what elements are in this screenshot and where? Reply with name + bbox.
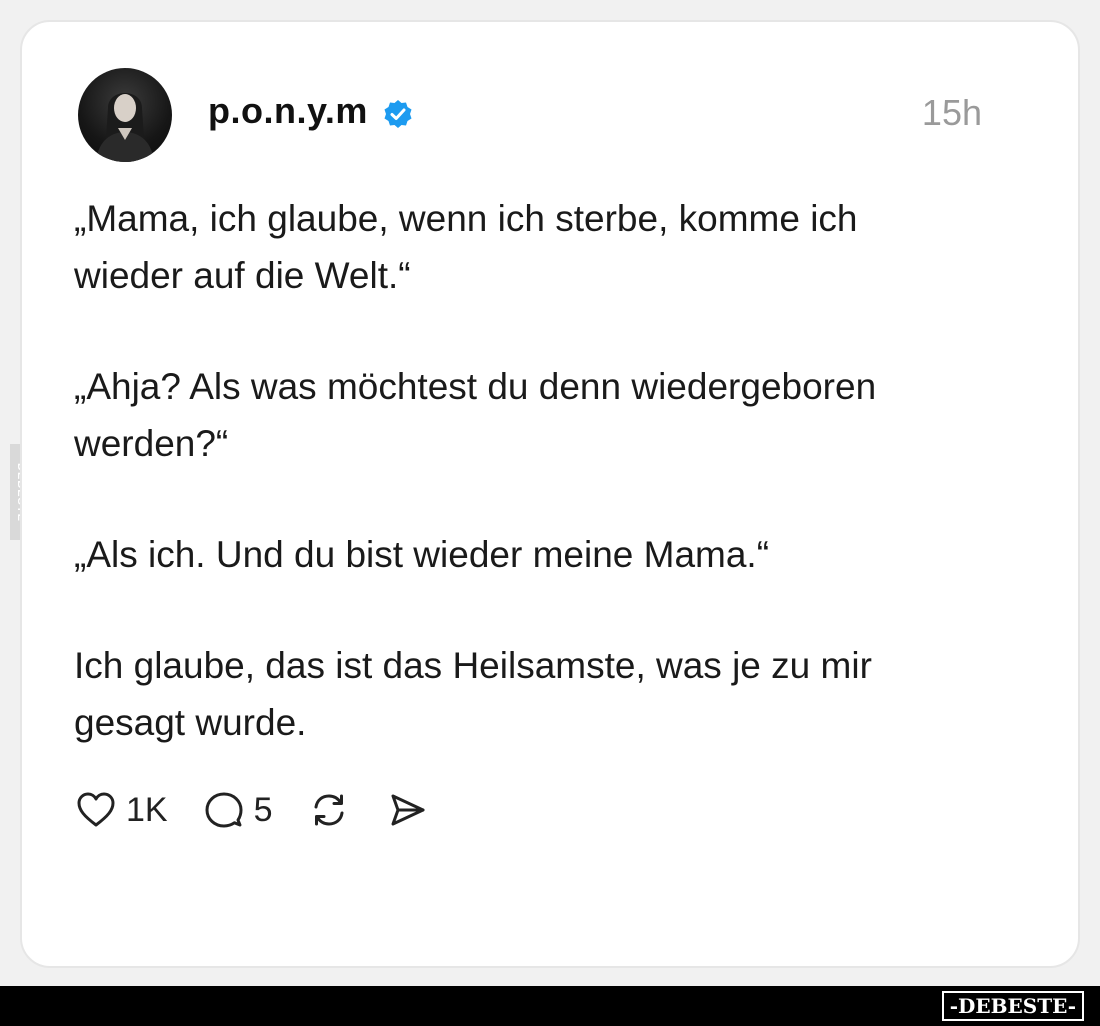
footer-watermark-logo: -DEBESTE- bbox=[941, 991, 1084, 1021]
like-count: 1K bbox=[126, 790, 168, 829]
post-body: „Mama, ich glaube, wenn ich sterbe, komm… bbox=[74, 190, 974, 805]
repost-button[interactable] bbox=[307, 788, 351, 832]
page: DEBESTE p.o.n.y.m 15h „Mama, ich glaube,… bbox=[0, 0, 1100, 1026]
post-paragraph: Ich glaube, das ist das Heilsamste, was … bbox=[74, 645, 872, 743]
send-icon bbox=[391, 794, 425, 826]
share-button[interactable] bbox=[385, 788, 429, 832]
action-bar: 1K 5 bbox=[74, 782, 463, 838]
post-paragraph: „Mama, ich glaube, wenn ich sterbe, komm… bbox=[74, 198, 858, 296]
username[interactable]: p.o.n.y.m bbox=[208, 90, 368, 132]
repost-icon bbox=[314, 794, 344, 826]
like-button[interactable]: 1K bbox=[74, 788, 168, 832]
footer-bar: -DEBESTE- bbox=[0, 986, 1100, 1026]
post-timestamp: 15h bbox=[921, 92, 982, 133]
reply-button[interactable]: 5 bbox=[202, 788, 273, 832]
post-paragraph: „Als ich. Und du bist wieder meine Mama.… bbox=[74, 534, 770, 575]
avatar[interactable] bbox=[78, 68, 172, 162]
reply-count: 5 bbox=[253, 790, 273, 829]
heart-icon bbox=[77, 792, 115, 827]
comment-icon bbox=[205, 792, 243, 828]
post-paragraph: „Ahja? Als was möchtest du denn wiederge… bbox=[74, 366, 877, 464]
post-card: p.o.n.y.m 15h „Mama, ich glaube, wenn ic… bbox=[20, 20, 1080, 968]
avatar-portrait-icon bbox=[96, 93, 154, 162]
verified-badge-icon bbox=[384, 100, 412, 128]
